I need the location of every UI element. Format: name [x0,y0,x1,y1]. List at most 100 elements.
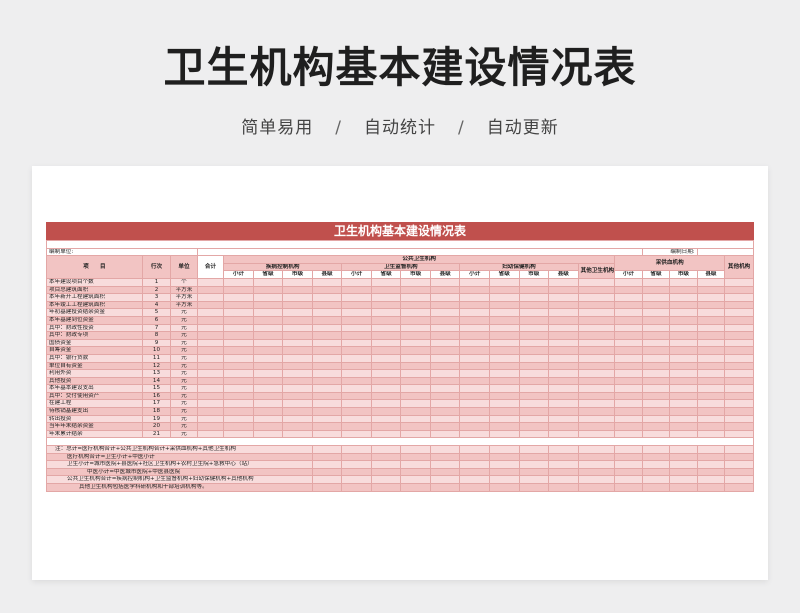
data-cell[interactable] [196,353,225,363]
data-cell[interactable] [459,467,490,477]
data-cell[interactable] [282,293,313,302]
data-cell[interactable] [724,407,754,416]
data-cell[interactable] [400,323,431,333]
data-cell[interactable] [641,376,671,386]
data-cell[interactable] [252,414,284,424]
data-cell[interactable] [548,429,579,439]
data-cell[interactable] [696,414,726,424]
data-cell[interactable] [400,429,431,439]
data-cell[interactable] [341,407,372,416]
data-cell[interactable] [429,422,461,431]
data-cell[interactable] [488,361,520,371]
data-cell[interactable] [282,384,313,393]
data-cell[interactable] [196,399,225,409]
data-cell[interactable] [311,376,343,386]
data-cell[interactable] [282,361,313,371]
data-cell[interactable] [724,315,754,325]
data-cell[interactable] [370,346,402,355]
data-cell[interactable] [429,407,461,416]
data-cell[interactable] [196,429,225,439]
data-cell[interactable] [696,315,726,325]
data-cell[interactable] [341,315,372,325]
data-cell[interactable] [341,483,372,492]
data-cell[interactable] [223,369,254,378]
data-cell[interactable] [429,483,461,492]
data-cell[interactable] [518,475,550,484]
data-cell[interactable] [311,361,343,371]
data-cell[interactable] [341,391,372,401]
data-cell[interactable] [724,483,754,492]
data-cell[interactable] [459,323,490,333]
data-cell[interactable] [518,369,550,378]
data-cell[interactable] [370,315,402,325]
data-cell[interactable] [370,338,402,348]
data-cell[interactable] [548,407,579,416]
data-cell[interactable] [724,422,754,431]
data-cell[interactable] [223,323,254,333]
data-cell[interactable] [196,285,225,295]
data-cell[interactable] [223,300,254,310]
data-cell[interactable] [696,323,726,333]
data-cell[interactable] [196,338,225,348]
data-cell[interactable] [518,361,550,371]
data-cell[interactable] [341,422,372,431]
data-cell[interactable] [669,338,698,348]
data-cell[interactable] [641,384,671,393]
data-cell[interactable] [488,353,520,363]
data-cell[interactable] [341,277,372,287]
data-cell[interactable] [614,429,643,439]
data-cell[interactable] [370,285,402,295]
data-cell[interactable] [488,467,520,477]
data-cell[interactable] [577,293,616,302]
data-cell[interactable] [459,414,490,424]
data-cell[interactable] [311,460,343,469]
data-cell[interactable] [696,429,726,439]
data-cell[interactable] [488,285,520,295]
data-cell[interactable] [429,277,461,287]
data-cell[interactable] [577,285,616,295]
data-cell[interactable] [669,361,698,371]
data-cell[interactable] [311,445,343,454]
data-cell[interactable] [614,346,643,355]
data-cell[interactable] [429,391,461,401]
data-cell[interactable] [669,300,698,310]
data-cell[interactable] [518,323,550,333]
data-cell[interactable] [724,300,754,310]
data-cell[interactable] [614,338,643,348]
data-cell[interactable] [282,331,313,340]
data-cell[interactable] [518,483,550,492]
data-cell[interactable] [577,483,616,492]
data-cell[interactable] [488,376,520,386]
data-cell[interactable] [548,277,579,287]
data-cell[interactable] [669,475,698,484]
data-cell[interactable] [196,277,225,287]
data-cell[interactable] [429,361,461,371]
data-cell[interactable] [400,407,431,416]
data-cell[interactable] [252,369,284,378]
data-cell[interactable] [548,467,579,477]
data-cell[interactable] [669,277,698,287]
data-cell[interactable] [641,391,671,401]
data-cell[interactable] [282,277,313,287]
data-cell[interactable] [518,407,550,416]
data-cell[interactable] [252,399,284,409]
data-cell[interactable] [724,384,754,393]
data-cell[interactable] [518,331,550,340]
data-cell[interactable] [370,384,402,393]
data-cell[interactable] [370,391,402,401]
data-cell[interactable] [641,277,671,287]
data-cell[interactable] [614,331,643,340]
data-cell[interactable] [488,277,520,287]
data-cell[interactable] [196,407,225,416]
data-cell[interactable] [488,422,520,431]
data-cell[interactable] [669,353,698,363]
data-cell[interactable] [518,338,550,348]
data-cell[interactable] [341,445,372,454]
data-cell[interactable] [614,399,643,409]
data-cell[interactable] [341,346,372,355]
data-cell[interactable] [282,369,313,378]
data-cell[interactable] [614,483,643,492]
data-cell[interactable] [518,429,550,439]
data-cell[interactable] [459,300,490,310]
data-cell[interactable] [196,391,225,401]
